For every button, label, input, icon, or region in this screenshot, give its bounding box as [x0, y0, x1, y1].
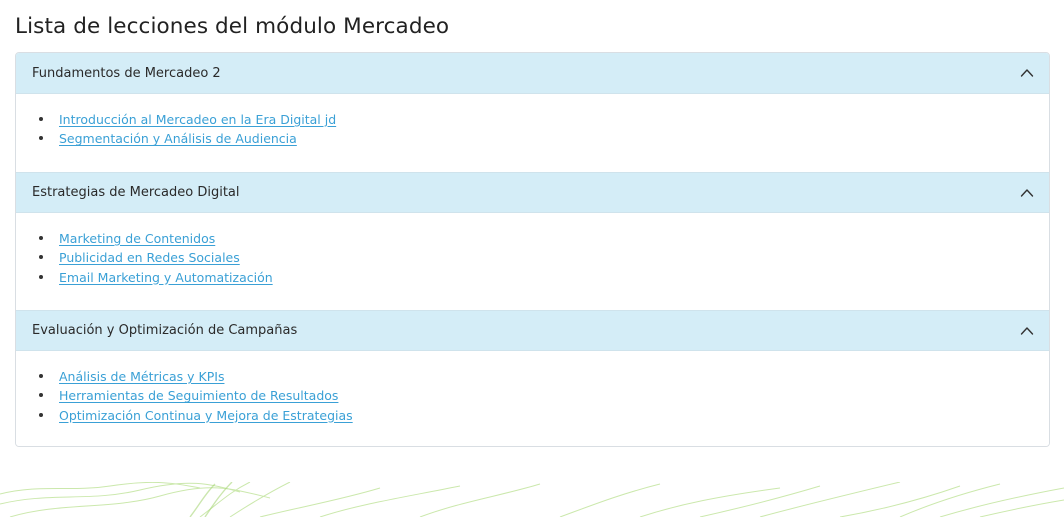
chevron-up-icon[interactable] [1020, 66, 1034, 80]
lesson-list: Marketing de Contenidos Publicidad en Re… [39, 228, 273, 286]
lesson-link[interactable]: Introducción al Mercadeo en la Era Digit… [59, 112, 336, 127]
section-title: Evaluación y Optimización de Campañas [32, 323, 298, 338]
bullet-icon [39, 412, 43, 417]
bullet-icon [39, 255, 43, 260]
section-title: Estrategias de Mercadeo Digital [32, 185, 240, 200]
lesson-list: Introducción al Mercadeo en la Era Digit… [39, 109, 336, 148]
bullet-icon [39, 236, 43, 240]
bullet-icon [39, 136, 43, 141]
list-item: Email Marketing y Automatización [39, 267, 273, 286]
section-title: Fundamentos de Mercadeo 2 [32, 65, 221, 81]
bullet-icon [39, 274, 43, 279]
list-item: Marketing de Contenidos [39, 228, 273, 247]
list-item: Introducción al Mercadeo en la Era Digit… [39, 109, 336, 128]
chevron-up-icon[interactable] [1020, 186, 1034, 200]
accordion-header-evaluacion[interactable]: Evaluación y Optimización de Campañas [16, 310, 1049, 351]
lesson-link[interactable]: Análisis de Métricas y KPIs [59, 369, 224, 384]
lessons-page: Lista de lecciones del módulo Mercadeo F… [0, 0, 1064, 517]
accordion-body-fundamentos: Introducción al Mercadeo en la Era Digit… [16, 94, 1049, 172]
chevron-up-icon[interactable] [1020, 324, 1034, 338]
list-item: Análisis de Métricas y KPIs [39, 366, 353, 385]
lesson-link[interactable]: Optimización Continua y Mejora de Estrat… [59, 408, 353, 423]
lesson-list: Análisis de Métricas y KPIs Herramientas… [39, 366, 353, 424]
bullet-icon [39, 393, 43, 398]
accordion-body-evaluacion: Análisis de Métricas y KPIs Herramientas… [16, 351, 1049, 446]
list-item: Publicidad en Redes Sociales [39, 247, 273, 266]
accordion-body-estrategias: Marketing de Contenidos Publicidad en Re… [16, 213, 1049, 310]
lesson-link[interactable]: Publicidad en Redes Sociales [59, 250, 240, 265]
lesson-link[interactable]: Segmentación y Análisis de Audiencia [59, 131, 297, 146]
list-item: Segmentación y Análisis de Audiencia [39, 128, 336, 147]
list-item: Optimización Continua y Mejora de Estrat… [39, 405, 353, 424]
lesson-link[interactable]: Marketing de Contenidos [59, 231, 215, 246]
accordion-header-fundamentos[interactable]: Fundamentos de Mercadeo 2 [16, 53, 1049, 94]
decorative-wave-pattern [0, 482, 1064, 517]
bullet-icon [39, 117, 43, 121]
accordion-header-estrategias[interactable]: Estrategias de Mercadeo Digital [16, 172, 1049, 213]
list-item: Herramientas de Seguimiento de Resultado… [39, 385, 353, 404]
lesson-link[interactable]: Herramientas de Seguimiento de Resultado… [59, 388, 338, 403]
bullet-icon [39, 374, 43, 378]
lesson-link[interactable]: Email Marketing y Automatización [59, 270, 273, 285]
lessons-accordion: Fundamentos de Mercadeo 2 Introducción a… [15, 52, 1050, 447]
page-title: Lista de lecciones del módulo Mercadeo [15, 14, 450, 39]
